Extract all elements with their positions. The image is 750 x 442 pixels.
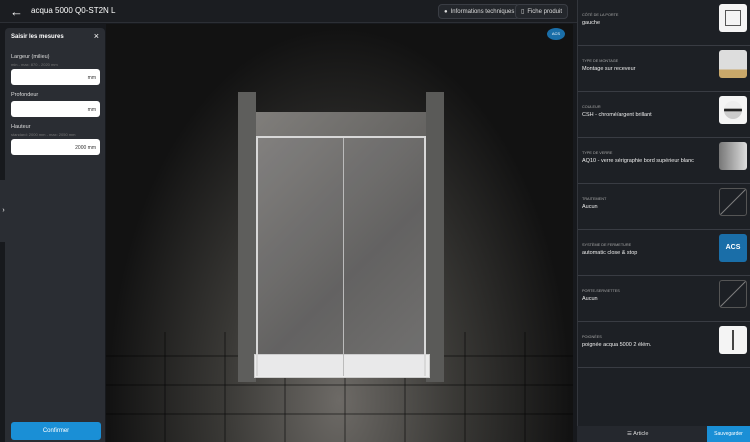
product-sheet-button[interactable]: ▯ Fiche produit [515,4,568,19]
option-row[interactable]: Système de fermeture automatic close & st… [578,230,750,276]
option-row[interactable]: Couleur CSH - chromé/argent brillant [578,92,750,138]
right-wall [426,92,444,382]
acs-thumbnail-icon[interactable]: ACS [719,234,747,262]
left-wall [238,92,256,382]
height-hint: standard: 2000 mm - max: 2050 mm [11,132,76,137]
save-button[interactable]: Sauvegarder [707,426,750,442]
chrome-thumbnail-icon[interactable] [719,96,747,124]
measures-panel: Saisir les mesures × Largeur (milieu) mi… [5,28,105,442]
option-row[interactable]: Poignées poignée acqua 5000 2 élém. [578,322,750,368]
footer-bar: ☰ Article Sauvegarder [577,426,750,442]
option-row[interactable]: Porte-serviettes Aucun [578,276,750,322]
list-icon: ☰ [627,431,632,437]
3d-viewport[interactable]: ACS [106,24,573,442]
page-title: acqua 5000 Q0-ST2N L [31,6,116,15]
back-arrow-icon[interactable]: ← [10,4,23,19]
acs-badge[interactable]: ACS [547,28,565,40]
close-icon[interactable]: × [94,31,99,41]
confirm-button[interactable]: Confirmer [11,422,101,440]
option-row[interactable]: Type de verre AQ10 - verre sérigraphie bo… [578,138,750,184]
shower-door [256,136,426,376]
option-row[interactable]: Côté de la porte gauche [578,0,750,46]
panel-title: Saisir les mesures [11,34,64,40]
top-bar: ← acqua 5000 Q0-ST2N L ● Informations tec… [0,0,577,23]
info-button[interactable]: ● Informations techniques [438,4,521,19]
depth-input[interactable]: mm [11,101,100,117]
depth-label: Profondeur [11,92,39,98]
door-side-thumbnail-icon[interactable] [719,4,747,32]
info-icon: ● [444,8,448,15]
option-row[interactable]: Traitement Aucun [578,184,750,230]
handle-thumbnail-icon[interactable] [719,326,747,354]
height-label: Hauteur [11,124,31,130]
height-input[interactable]: 2000 mm [11,139,100,155]
mounting-thumbnail-icon[interactable] [719,50,747,78]
none-thumbnail-icon[interactable] [719,188,747,216]
document-icon: ▯ [521,9,525,15]
width-hint: min - max: 870 - 2020 mm [11,62,58,67]
none-thumbnail-icon[interactable] [719,280,747,308]
option-row[interactable]: Type de montage Montage sur receveur [578,46,750,92]
article-button[interactable]: ☰ Article [627,431,648,437]
options-panel: Côté de la porte gauche Type de montage Mon… [577,0,750,426]
glass-thumbnail-icon[interactable] [719,142,747,170]
width-input[interactable]: mm [11,69,100,85]
width-label: Largeur (milieu) [11,54,50,60]
